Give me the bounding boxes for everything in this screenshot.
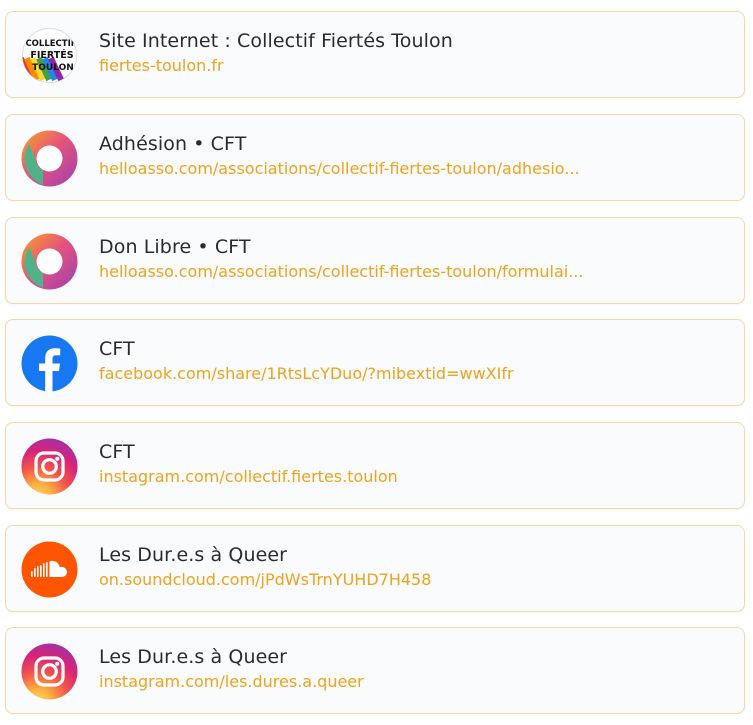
collectif-fiertes-toulon-logo: COLLECTIF FIERTÉS TOULON bbox=[21, 27, 78, 84]
link-text: Adhésion • CFT helloasso.com/association… bbox=[99, 132, 730, 179]
link-text: CFT facebook.com/share/1RtsLcYDuo/?mibex… bbox=[99, 337, 730, 384]
link-text: Les Dur.e.s à Queer instagram.com/les.du… bbox=[99, 645, 730, 692]
link-url[interactable]: helloasso.com/associations/collectif-fie… bbox=[99, 262, 730, 282]
logo-line-3: TOULON bbox=[32, 63, 74, 73]
logo-line-2: FIERTÉS bbox=[30, 49, 73, 61]
link-url[interactable]: instagram.com/collectif.fiertes.toulon bbox=[99, 467, 730, 487]
link-title: Les Dur.e.s à Queer bbox=[99, 646, 288, 668]
link-text: Site Internet : Collectif Fiertés Toulon… bbox=[99, 29, 730, 76]
instagram-icon bbox=[21, 643, 78, 700]
link-title: CFT bbox=[99, 338, 135, 360]
link-card-adhesion[interactable]: Adhésion • CFT helloasso.com/association… bbox=[5, 114, 745, 201]
link-text: CFT instagram.com/collectif.fiertes.toul… bbox=[99, 440, 730, 487]
link-url[interactable]: helloasso.com/associations/collectif-fie… bbox=[99, 159, 730, 179]
link-title: Adhésion • CFT bbox=[99, 133, 247, 155]
facebook-icon bbox=[21, 335, 78, 392]
link-card-facebook[interactable]: CFT facebook.com/share/1RtsLcYDuo/?mibex… bbox=[5, 319, 745, 406]
link-title: CFT bbox=[99, 441, 135, 463]
link-title: Don Libre • CFT bbox=[99, 236, 251, 258]
helloasso-icon bbox=[21, 130, 78, 187]
link-list: COLLECTIF FIERTÉS TOULON Site Internet :… bbox=[0, 0, 753, 725]
logo-line-1: COLLECTIF bbox=[25, 39, 76, 49]
link-url[interactable]: on.soundcloud.com/jPdWsTrnYUHD7H458 bbox=[99, 570, 730, 590]
link-title: Site Internet : Collectif Fiertés Toulon bbox=[99, 30, 453, 52]
link-card-instagram-cft[interactable]: CFT instagram.com/collectif.fiertes.toul… bbox=[5, 422, 745, 509]
link-url[interactable]: fiertes-toulon.fr bbox=[99, 56, 730, 76]
soundcloud-icon bbox=[21, 541, 78, 598]
helloasso-icon bbox=[21, 233, 78, 290]
link-url[interactable]: instagram.com/les.dures.a.queer bbox=[99, 672, 730, 692]
link-url[interactable]: facebook.com/share/1RtsLcYDuo/?mibextid=… bbox=[99, 364, 730, 384]
instagram-icon bbox=[21, 438, 78, 495]
link-card-don-libre[interactable]: Don Libre • CFT helloasso.com/associatio… bbox=[5, 217, 745, 304]
link-text: Les Dur.e.s à Queer on.soundcloud.com/jP… bbox=[99, 543, 730, 590]
link-text: Don Libre • CFT helloasso.com/associatio… bbox=[99, 235, 730, 282]
link-card-site-internet[interactable]: COLLECTIF FIERTÉS TOULON Site Internet :… bbox=[5, 11, 745, 98]
link-title: Les Dur.e.s à Queer bbox=[99, 544, 288, 566]
link-card-soundcloud[interactable]: Les Dur.e.s à Queer on.soundcloud.com/jP… bbox=[5, 525, 745, 612]
link-card-instagram-dures[interactable]: Les Dur.e.s à Queer instagram.com/les.du… bbox=[5, 627, 745, 714]
